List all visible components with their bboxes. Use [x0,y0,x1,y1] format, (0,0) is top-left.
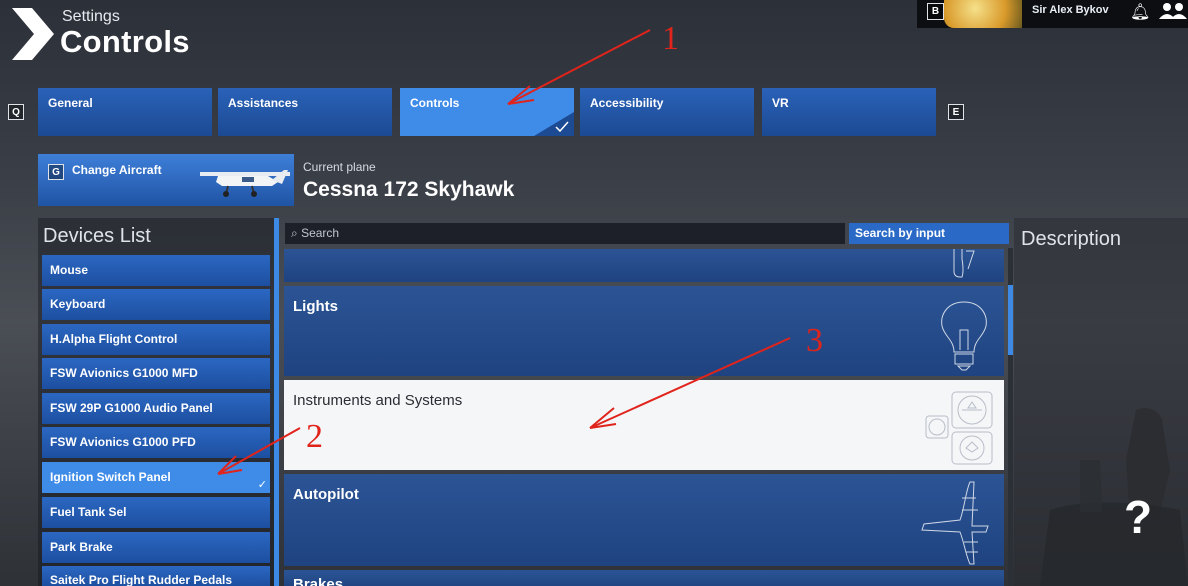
annotation-number-3: 3 [806,322,823,359]
annotation-number-2: 2 [306,418,323,455]
annotation-overlay [217,29,791,475]
annotation-arrow-2 [217,427,301,475]
annotation-arrow-3 [589,337,791,429]
annotation-number-1: 1 [662,20,679,57]
annotation-arrow-1 [507,29,651,105]
